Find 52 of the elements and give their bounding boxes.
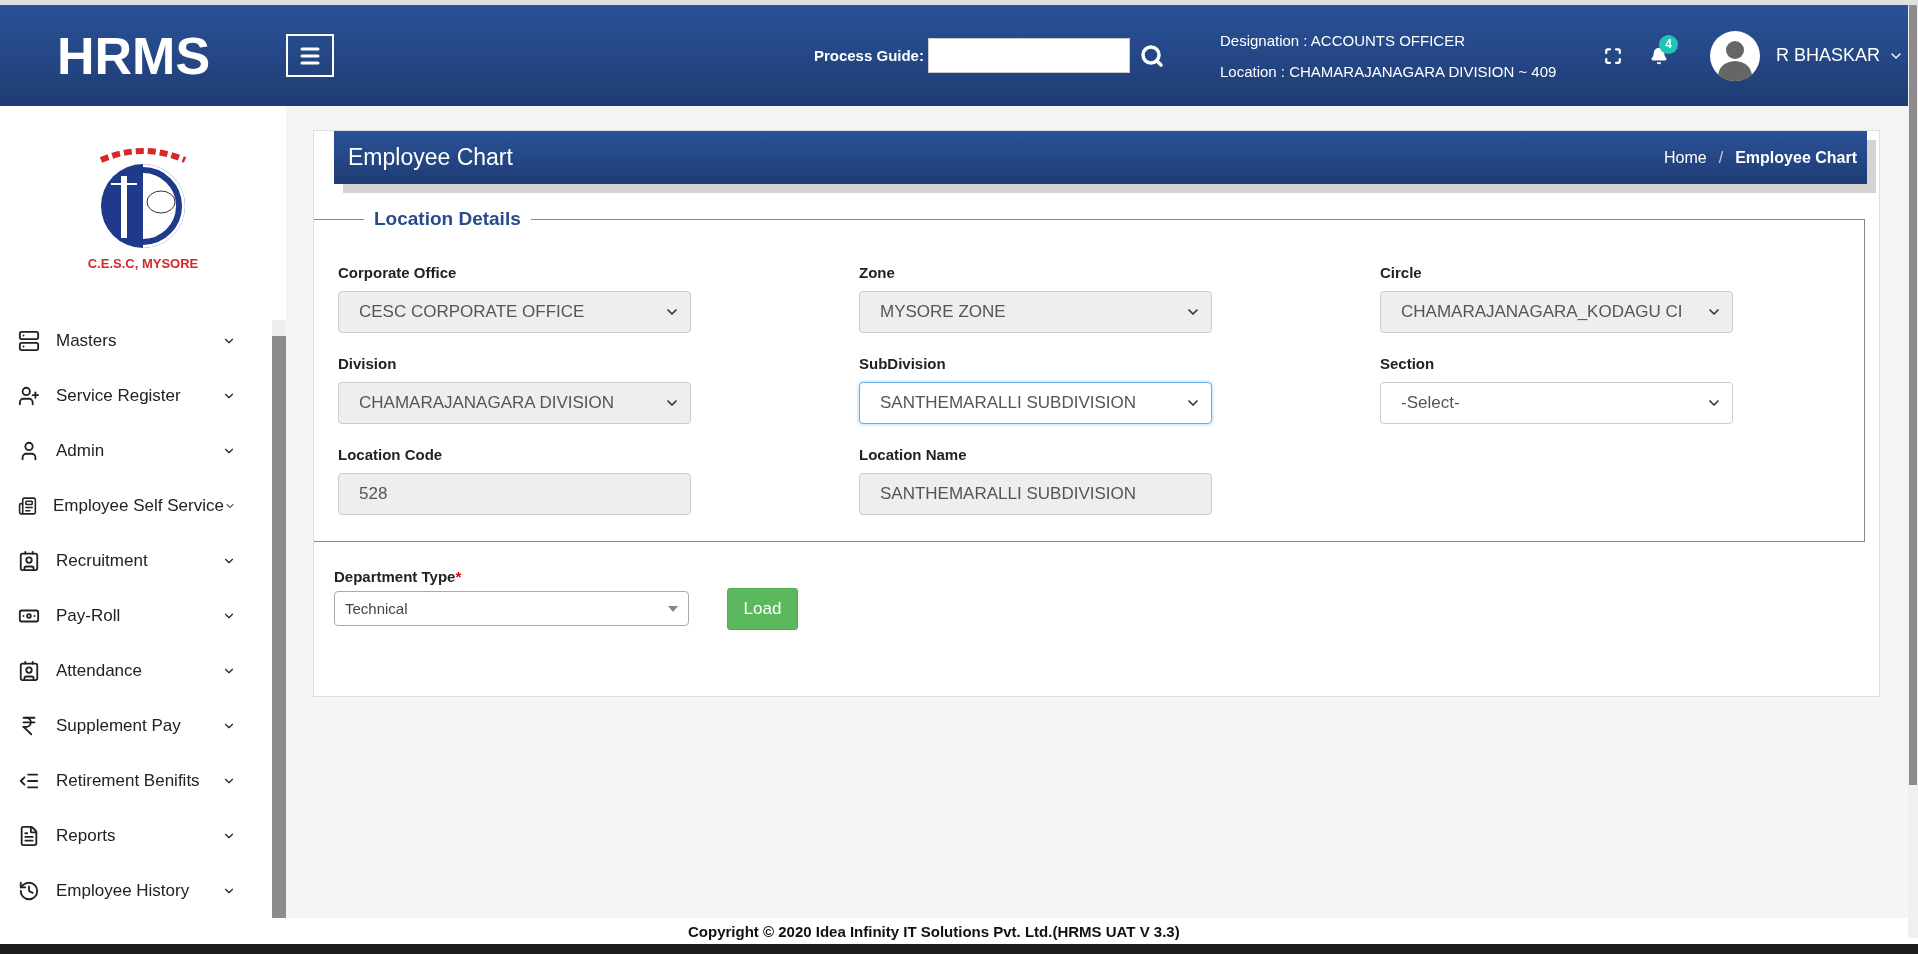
select-field[interactable]: -Select- (1380, 382, 1733, 424)
sidebar-item[interactable]: Pay-Roll (0, 588, 272, 643)
company-logo: C.E.S.C, MYSORE (81, 139, 205, 274)
field-label: Department Type* (334, 568, 463, 585)
menu-item-icon (18, 384, 40, 407)
notification-button[interactable] (1649, 46, 1668, 65)
select-field[interactable]: Technical (334, 591, 689, 626)
section-legend: Location Details (364, 208, 531, 230)
menu-item-icon (18, 494, 37, 517)
fullscreen-button[interactable] (1603, 46, 1622, 65)
breadcrumb-separator: / (1718, 148, 1724, 167)
breadcrumb-link[interactable]: Home (1664, 148, 1707, 167)
sidebar-item[interactable]: Employee History (0, 863, 272, 918)
breadcrumb-link[interactable]: Employee Chart (1735, 148, 1857, 167)
sidebar-item[interactable]: Retirement Benifits (0, 753, 272, 808)
menu-item-icon (18, 329, 40, 352)
menu-item-icon (18, 879, 40, 902)
notification-badge: 4 (1658, 34, 1678, 54)
field-label: Zone (859, 264, 896, 281)
menu-item-icon (18, 824, 40, 847)
search-button[interactable] (1139, 43, 1164, 68)
field-label: SubDivision (859, 355, 947, 372)
caret-icon (668, 605, 678, 612)
sidebar-item[interactable]: Service Register (0, 368, 272, 423)
field-label: Corporate Office (338, 264, 458, 281)
menu-button[interactable] (286, 34, 334, 77)
sidebar-item[interactable]: Masters (0, 313, 272, 368)
scrollbar-thumb[interactable] (272, 336, 286, 918)
sidebar-item[interactable]: Supplement Pay (0, 698, 272, 753)
field-label: Location Code (338, 446, 444, 463)
user-name[interactable]: R BHASKAR (1775, 45, 1880, 66)
field-label: Division (338, 355, 398, 372)
select-field[interactable]: SANTHEMARALLI SUBDIVISION (859, 382, 1212, 424)
app-brand: HRMS (56, 25, 212, 86)
copyright-text: Copyright © 2020 Idea Infinity IT Solutions Pvt. Ltd.(HRMS UAT V 3.3) (688, 922, 1180, 940)
designation-text: Designation : ACCOUNTS OFFICER (1219, 31, 1467, 49)
menu-item-icon (18, 549, 40, 572)
process-guide-label: Process Guide: (813, 47, 924, 64)
field-label: Section (1380, 355, 1436, 372)
process-guide-input[interactable] (927, 38, 1130, 73)
page-title: Employee Chart (348, 144, 514, 171)
avatar-icon[interactable] (1709, 30, 1760, 81)
sidebar-item[interactable]: Employee Self Service (0, 478, 272, 533)
sidebar-item[interactable]: Admin (0, 423, 272, 478)
sidebar-item[interactable]: Attendance (0, 643, 272, 698)
scrollbar-thumb[interactable] (1909, 5, 1917, 785)
menu-item-icon (18, 659, 40, 682)
sidebar-item[interactable]: Reports (0, 808, 272, 863)
location-text: Location : CHAMARAJANAGARA DIVISION ~ 409 (1219, 62, 1558, 80)
field-label: Location Name (859, 446, 968, 463)
field-label: Circle (1380, 264, 1423, 281)
sidebar-item[interactable]: Recruitment (0, 533, 272, 588)
